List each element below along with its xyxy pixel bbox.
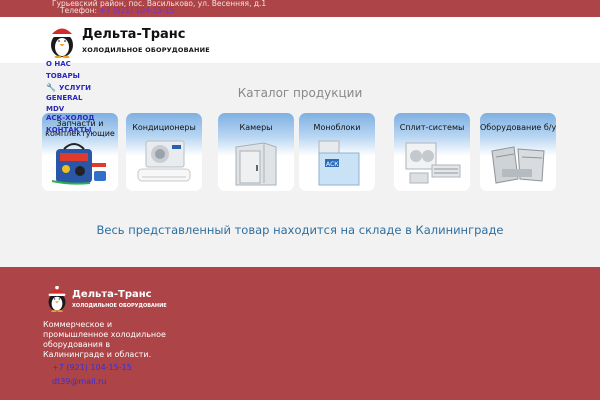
tools-bag-icon: [51, 143, 106, 185]
nav-item-services-label: УСЛУГИ: [58, 84, 92, 92]
top-info-bar: Гурьевский район, пос. Васильково, ул. В…: [0, 0, 600, 17]
monoblock-icon: АСК: [318, 140, 360, 186]
catalog-card-cold-rooms[interactable]: Камеры: [218, 113, 294, 191]
nav-item-contacts[interactable]: КОНТАКТЫ: [46, 126, 91, 134]
phone-line: Телефон: +7 (921) 104-15-15: [60, 6, 174, 15]
split-system-icon: [405, 142, 461, 184]
catalog-card-air-conditioners[interactable]: Кондиционеры: [126, 113, 202, 191]
catalog-card-monoblocks[interactable]: Моноблоки АСК: [299, 113, 375, 191]
cold-room-icon: [235, 142, 277, 186]
catalog-section: Каталог продукции Запчасти и комплектующ…: [0, 63, 600, 267]
site-footer: Дельта-Транс ХОЛОДИЛЬНОЕ ОБОРУДОВАНИЕ Ко…: [0, 267, 600, 400]
catalog-card-label: Сплит-системы: [399, 123, 465, 132]
site-header: Дельта-Транс ХОЛОДИЛЬНОЕ ОБОРУДОВАНИЕ: [0, 17, 600, 63]
nav-item-mdv[interactable]: MDV: [46, 105, 64, 113]
catalog-card-used-equipment[interactable]: Оборудование б/у: [480, 113, 556, 191]
catalog-card-parts[interactable]: Запчасти и комплектующие: [42, 113, 118, 191]
used-equipment-icon: [491, 146, 545, 184]
nav-item-ask-holod[interactable]: АСК-ХОЛОД: [46, 114, 95, 122]
footer-phone-link[interactable]: +7 (921) 104-15-15: [52, 363, 132, 372]
site-brand-name[interactable]: Дельта-Транс: [82, 27, 185, 42]
penguin-logo-icon[interactable]: [46, 286, 68, 312]
air-conditioner-icon: [137, 140, 191, 182]
footer-brand-subtitle: ХОЛОДИЛЬНОЕ ОБОРУДОВАНИЕ: [72, 303, 167, 309]
footer-email-link[interactable]: dt39@mail.ru: [52, 377, 106, 386]
nav-item-services[interactable]: 🔧 УСЛУГИ: [46, 83, 91, 92]
phone-label: Телефон:: [60, 6, 98, 15]
footer-brand-name: Дельта-Транс: [72, 289, 152, 300]
site-brand-subtitle: ХОЛОДИЛЬНОЕ ОБОРУДОВАНИЕ: [82, 46, 210, 54]
catalog-card-split-systems[interactable]: Сплит-системы: [394, 113, 470, 191]
wrench-icon: 🔧: [46, 83, 56, 92]
stock-note: Весь представленный товар находится на с…: [96, 223, 504, 237]
penguin-logo-icon[interactable]: [48, 24, 76, 58]
catalog-card-label: Моноблоки: [313, 123, 361, 132]
top-phone-link[interactable]: +7 (921) 104-15-15: [99, 6, 174, 15]
catalog-card-label: Кондиционеры: [132, 123, 196, 132]
catalog-card-label: Камеры: [239, 123, 273, 132]
nav-item-about[interactable]: О НАС: [46, 60, 71, 68]
nav-item-general[interactable]: GENERAL: [46, 94, 82, 102]
footer-description: Коммерческое и промышленное холодильное …: [43, 320, 166, 359]
catalog-card-label: Оборудование б/у: [480, 123, 557, 132]
svg-text:АСК: АСК: [326, 161, 339, 168]
nav-item-products[interactable]: ТОВАРЫ: [46, 72, 80, 80]
